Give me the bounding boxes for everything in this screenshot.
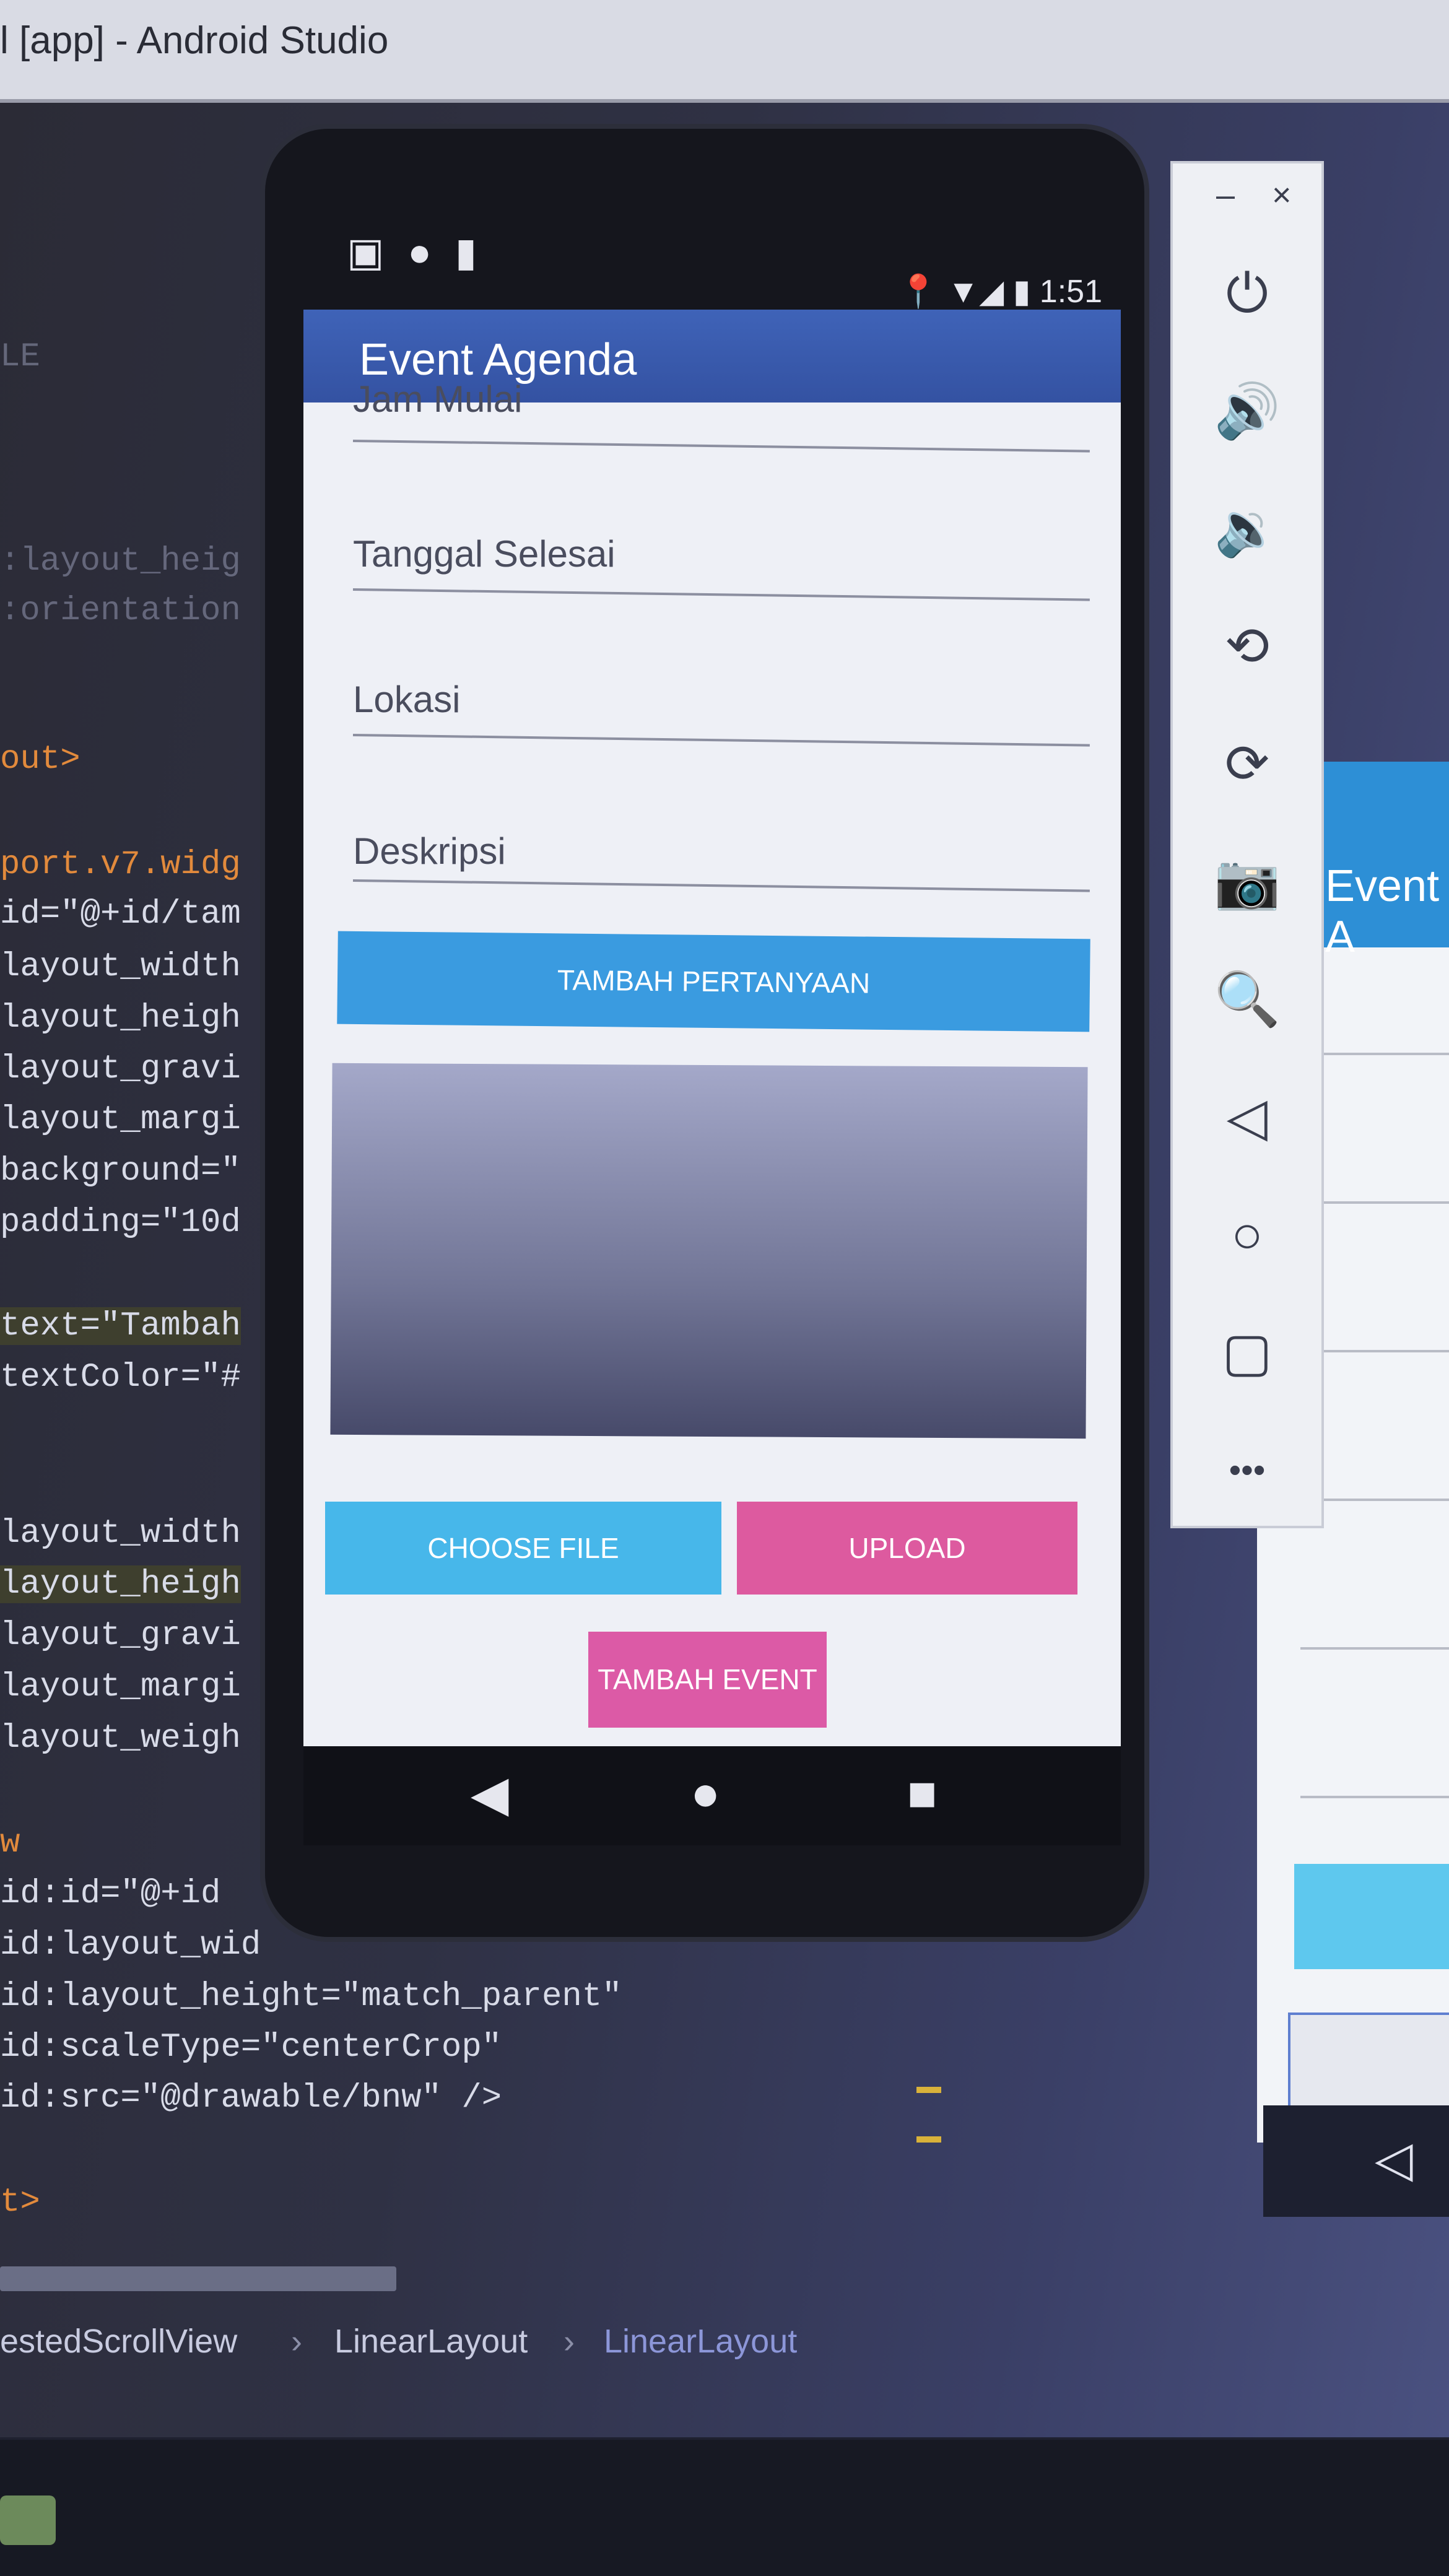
preview-title: Event A	[1325, 861, 1440, 962]
nav-home-icon[interactable]: ●	[690, 1765, 720, 1822]
preview-field-line	[1300, 1796, 1449, 1798]
code-line[interactable]: id:src="@drawable/bnw" />	[0, 2079, 502, 2117]
rotate-left-icon[interactable]: ⟲	[1173, 616, 1321, 677]
breadcrumb-item[interactable]: estedScrollView	[0, 2322, 237, 2361]
code-line[interactable]: layout_heigh	[0, 1565, 241, 1603]
window-titlebar: l [app] - Android Studio	[0, 0, 1449, 103]
code-line[interactable]: background="	[0, 1152, 241, 1190]
volume-up-icon[interactable]: 🔊	[1173, 380, 1321, 442]
error-stripe-mark[interactable]	[916, 2136, 941, 2143]
jam-mulai-field[interactable]: Jam Mulai	[353, 378, 522, 420]
back-icon[interactable]: ◁	[1173, 1086, 1321, 1148]
breadcrumb-separator-icon: ›	[564, 2323, 575, 2360]
preview-back-icon: ◁	[1375, 2131, 1413, 2187]
preview-button	[1294, 1864, 1449, 1969]
code-line[interactable]: id:layout_wid	[0, 1926, 261, 1964]
image-preview	[330, 1063, 1088, 1439]
code-line[interactable]: :layout_heig	[0, 542, 241, 580]
code-line[interactable]: id:id="@+id	[0, 1875, 220, 1913]
code-line[interactable]: port.v7.widg	[0, 846, 241, 884]
breadcrumb-separator-icon: ›	[291, 2323, 302, 2360]
tambah-event-button[interactable]: TAMBAH EVENT	[588, 1632, 827, 1728]
preview-field-line	[1300, 1647, 1449, 1650]
status-icons-clock: 📍 ▼◢ ▮ 1:51	[898, 274, 1102, 310]
code-line[interactable]: LE	[0, 338, 40, 376]
code-line[interactable]: id:scaleType="centerCrop"	[0, 2029, 502, 2066]
volume-down-icon[interactable]: 🔉	[1173, 498, 1321, 560]
close-icon[interactable]: ×	[1272, 176, 1292, 214]
overview-icon[interactable]: ▢	[1173, 1321, 1321, 1383]
code-line[interactable]: layout_heigh	[0, 999, 241, 1037]
error-stripe-mark[interactable]	[916, 2087, 941, 2093]
code-line[interactable]: w	[0, 1824, 20, 1862]
horizontal-scrollbar[interactable]	[0, 2266, 396, 2291]
rotate-right-icon[interactable]: ⟳	[1173, 733, 1321, 795]
window-title: l [app] - Android Studio	[0, 19, 389, 62]
power-icon[interactable]: ⏻	[1173, 263, 1321, 324]
phone-nav-bar: ◀ ● ■	[303, 1746, 1121, 1845]
camera-icon[interactable]: 📷	[1173, 851, 1321, 913]
breadcrumb: estedScrollView › LinearLayout › LinearL…	[0, 2291, 991, 2390]
breadcrumb-item[interactable]: LinearLayout	[604, 2322, 797, 2361]
more-icon[interactable]: •••	[1173, 1439, 1321, 1501]
code-line[interactable]: textColor="#	[0, 1359, 241, 1396]
code-line[interactable]: layout_weigh	[0, 1720, 241, 1757]
tambah-pertanyaan-button[interactable]: TAMBAH PERTANYAAN	[337, 931, 1090, 1032]
code-line[interactable]: :orientation	[0, 592, 241, 630]
ide-status-bar	[0, 2440, 1449, 2576]
tanggal-selesai-field[interactable]: Tanggal Selesai	[353, 533, 616, 575]
code-line[interactable]: id:layout_height="match_parent"	[0, 1978, 622, 2016]
code-line[interactable]: out>	[0, 741, 80, 778]
notification-icons: ▣ ● ▮	[347, 230, 483, 274]
lokasi-field[interactable]: Lokasi	[353, 678, 460, 721]
code-line[interactable]: padding="10d	[0, 1204, 241, 1242]
minimize-icon[interactable]: –	[1216, 176, 1235, 214]
code-line[interactable]: layout_margi	[0, 1668, 241, 1706]
preview-selected-box	[1288, 2012, 1449, 2117]
upload-button[interactable]: UPLOAD	[737, 1502, 1077, 1595]
emulator-toolbar: – × ⏻ 🔊 🔉 ⟲ ⟳ 📷 🔍 ◁ ○ ▢ •••	[1170, 161, 1324, 1528]
code-line[interactable]: layout_margi	[0, 1101, 241, 1139]
breadcrumb-item[interactable]: LinearLayout	[334, 2322, 528, 2361]
event-log-icon[interactable]	[0, 2496, 56, 2545]
home-icon[interactable]: ○	[1173, 1204, 1321, 1266]
code-line[interactable]: layout_gravi	[0, 1050, 241, 1088]
code-line[interactable]: layout_width	[0, 1515, 241, 1552]
deskripsi-field[interactable]: Deskripsi	[353, 830, 506, 872]
nav-recent-icon[interactable]: ■	[907, 1765, 937, 1822]
zoom-icon[interactable]: 🔍	[1173, 968, 1321, 1030]
code-line[interactable]: layout_width	[0, 948, 241, 986]
preview-navbar	[1263, 2105, 1449, 2217]
code-line[interactable]: layout_gravi	[0, 1617, 241, 1655]
code-line[interactable]: id="@+id/tam	[0, 895, 241, 933]
code-line[interactable]: text="Tambah	[0, 1307, 241, 1345]
nav-back-icon[interactable]: ◀	[471, 1765, 509, 1822]
phone-status-bar: ▣ ● ▮ 📍 ▼◢ ▮ 1:51	[303, 211, 1121, 310]
code-line[interactable]: t>	[0, 2183, 40, 2221]
choose-file-button[interactable]: CHOOSE FILE	[325, 1502, 721, 1595]
